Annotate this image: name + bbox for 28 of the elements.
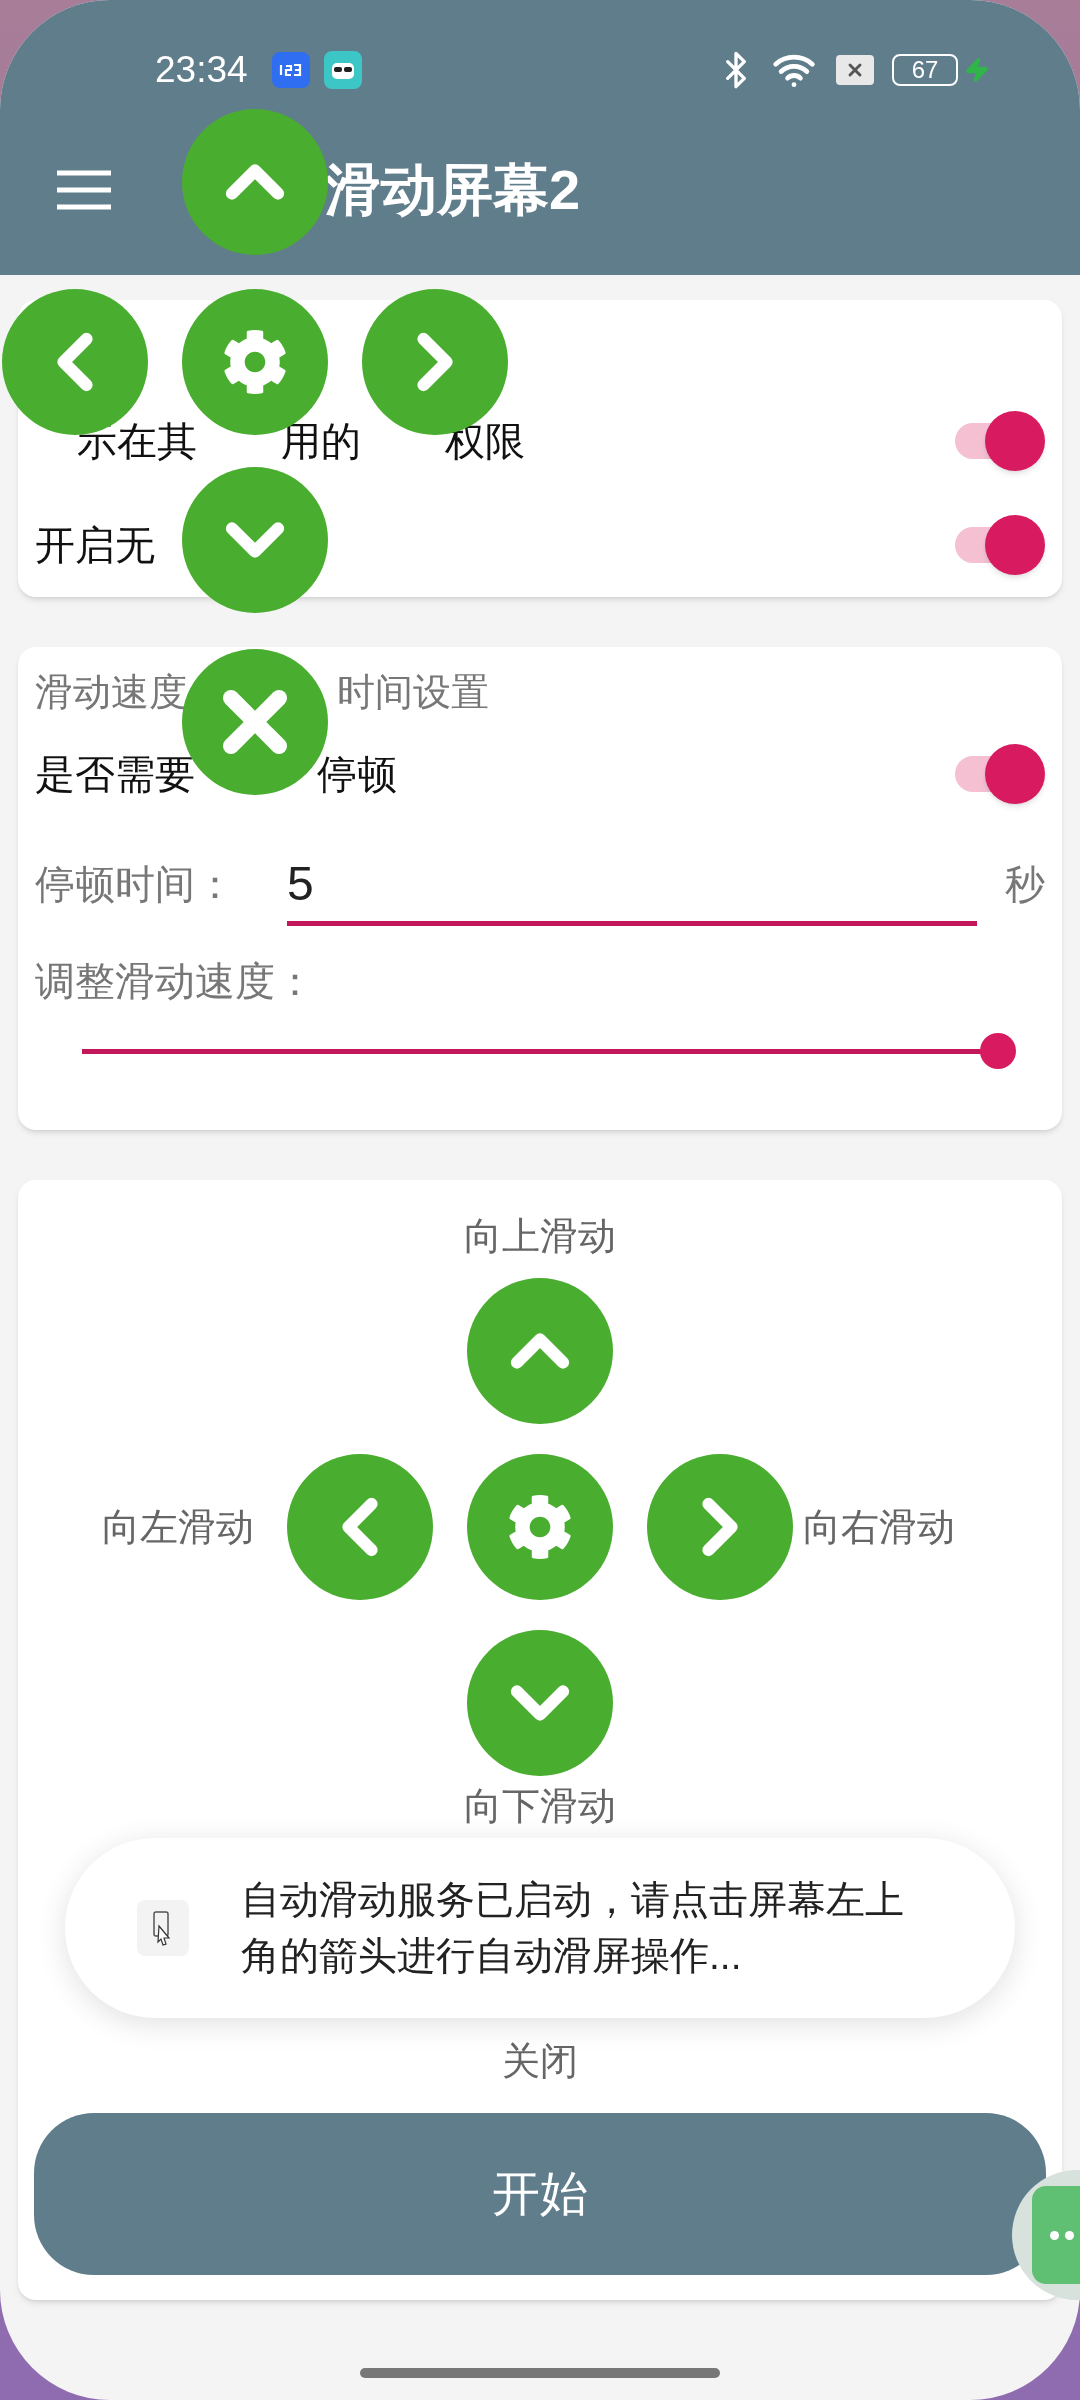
seconds-unit: 秒 <box>1005 861 1045 908</box>
app-title: 滑动屏幕2 <box>325 157 581 223</box>
swipe-right-label: 向右滑动 <box>803 1504 956 1550</box>
battery-indicator: 67 <box>892 54 958 86</box>
permission-label: 用的 <box>281 418 361 465</box>
swipe-left-label: 向左滑动 <box>102 1504 255 1550</box>
section-title: 时间设置 <box>337 669 489 715</box>
pause-time-field[interactable]: 5 <box>287 846 977 926</box>
close-label: 关闭 <box>502 2039 578 2083</box>
app-badge-icon <box>271 52 310 88</box>
pause-label: 停顿 <box>317 751 397 798</box>
section-title: 滑动速度 <box>35 669 187 715</box>
start-button[interactable]: 开始 <box>34 2113 1046 2275</box>
menu-icon[interactable] <box>55 170 113 210</box>
app-mascot-icon <box>323 51 362 89</box>
sim-off-icon <box>836 55 874 85</box>
speed-label: 调整滑动速度： <box>35 958 316 1005</box>
toast-message: 自动滑动服务已启动，请点击屏幕左上角的箭头进行自动滑屏操作... <box>241 1877 905 1979</box>
settings-icon <box>222 329 288 395</box>
charging-icon <box>964 57 990 83</box>
settings-icon <box>507 1494 573 1560</box>
swipe-up-label: 向上滑动 <box>464 1214 616 1258</box>
permission-label: 开启无 <box>35 522 155 569</box>
app-icon <box>137 1900 189 1956</box>
pause-time-label: 停顿时间： <box>35 861 236 908</box>
pause-label: 是否需要 <box>35 751 195 798</box>
status-time: 23:34 <box>155 48 248 93</box>
swipe-down-label: 向下滑动 <box>464 1784 616 1828</box>
